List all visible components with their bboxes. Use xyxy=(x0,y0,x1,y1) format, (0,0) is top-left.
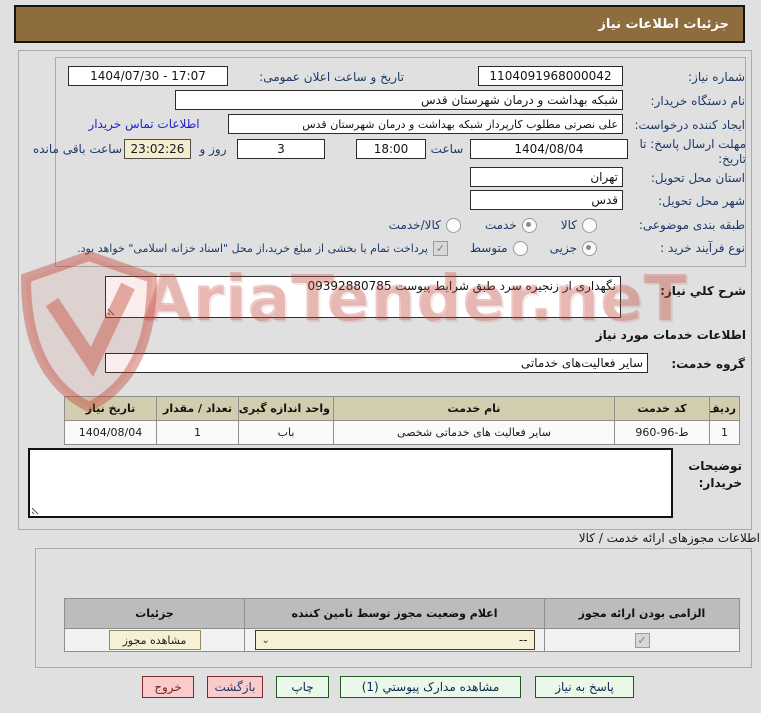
cell-service-code: ط-96-960 xyxy=(614,420,710,445)
print-button[interactable]: چاپ xyxy=(276,676,329,698)
category-label: طبقه بندی موضوعی: xyxy=(638,218,745,232)
service-group-label: گروه خدمت: xyxy=(671,357,745,371)
resize-grip-icon[interactable] xyxy=(31,504,42,515)
permits-table-header-row: الزامی بودن ارائه مجوز اعلام وضعیت مجوز … xyxy=(64,598,740,629)
category-option-service-label: خدمت xyxy=(484,218,517,232)
cell-service-name: سایر فعالیت های خدماتی شخصی xyxy=(333,420,615,445)
days-and-label: روز و xyxy=(199,142,227,156)
col-header-unit: واحد اندازه گیری xyxy=(238,396,334,421)
chevron-down-icon: ⌄ xyxy=(261,634,270,646)
title-bar: جزئیات اطلاعات نیاز xyxy=(14,5,745,43)
col-header-row-number: ردیف xyxy=(709,396,740,421)
permit-status-value: -- xyxy=(518,633,528,647)
services-table-header-row: ردیف کد خدمت نام خدمت واحد اندازه گیری ت… xyxy=(64,396,740,421)
announce-datetime-label: تاریخ و ساعت اعلان عمومی: xyxy=(259,70,404,84)
back-button[interactable]: بازگشت xyxy=(207,676,263,698)
need-description-label: شرح کلي نیاز: xyxy=(660,284,746,298)
buyer-org-field[interactable] xyxy=(175,90,623,110)
category-option-goods[interactable]: کالا xyxy=(560,217,597,233)
buyer-notes-label: توضیحات خریدار: xyxy=(688,459,742,490)
need-details-page: { "title_bar": { "title": "جزئیات اطلاعا… xyxy=(0,0,761,713)
resize-grip-icon[interactable] xyxy=(107,305,118,316)
permit-status-select[interactable]: -- ⌄ xyxy=(254,630,535,650)
col-header-details: جزئیات xyxy=(64,598,245,629)
treasury-checkbox-icon[interactable]: ✓ xyxy=(432,240,448,256)
col-header-permit-required: الزامی بودن ارائه مجوز xyxy=(544,598,740,629)
radio-medium-icon[interactable] xyxy=(512,240,528,256)
radio-goods-icon[interactable] xyxy=(582,217,597,233)
view-permit-button[interactable]: مشاهده مجوز xyxy=(108,630,201,650)
treasury-note-label: پرداخت تمام یا بخشی از مبلغ خرید،از محل … xyxy=(77,241,428,255)
exit-button[interactable]: خروج xyxy=(142,676,194,698)
need-number-field[interactable] xyxy=(478,66,623,86)
deadline-time-label: ساعت xyxy=(430,142,464,156)
cell-unit: باب xyxy=(238,420,334,445)
category-radio-group: کالا خدمت کالا/خدمت xyxy=(345,216,597,234)
process-option-minor[interactable]: جزیی xyxy=(549,240,597,256)
cell-permit-status: -- ⌄ xyxy=(244,628,545,652)
page-title: جزئیات اطلاعات نیاز xyxy=(598,16,729,32)
cell-need-date: 1404/08/04 xyxy=(64,420,157,445)
deadline-date-field[interactable] xyxy=(470,139,628,159)
permits-section-title: اطلاعات مجوزهای ارائه خدمت / کالا xyxy=(578,531,760,545)
category-option-service[interactable]: خدمت xyxy=(484,217,537,233)
province-field[interactable] xyxy=(470,167,623,187)
respond-to-need-button[interactable]: پاسخ به نیاز xyxy=(535,676,634,698)
announce-datetime-field[interactable] xyxy=(68,66,228,86)
process-option-minor-label: جزیی xyxy=(549,241,577,255)
col-header-service-code: کد خدمت xyxy=(614,396,710,421)
category-option-goods-label: کالا xyxy=(560,218,577,232)
service-group-field[interactable] xyxy=(105,353,648,373)
services-section-title: اطلاعات خدمات مورد نیاز xyxy=(595,328,746,342)
radio-goods-service-icon[interactable] xyxy=(445,217,461,233)
process-type-label: نوع فرآیند خرید : xyxy=(660,241,745,255)
process-type-radio-group: جزیی متوسط ✓ پرداخت تمام یا بخشی از مبلغ… xyxy=(30,239,597,257)
request-creator-field[interactable] xyxy=(228,114,623,134)
radio-minor-icon[interactable] xyxy=(582,240,597,256)
hours-remaining-label: ساعت باقی مانده xyxy=(32,142,122,156)
col-header-permit-status: اعلام وضعیت مجوز توسط تامین کننده xyxy=(244,598,545,629)
countdown-timer: 23:02:26 xyxy=(124,139,191,159)
need-description-textarea[interactable]: نگهداری از زنجیره سرد طبق شرایط پیوست 09… xyxy=(105,276,621,318)
cell-permit-required: ✓ xyxy=(544,628,740,652)
view-attachments-button[interactable]: مشاهده مدارک پیوستي (1) xyxy=(340,676,521,698)
process-option-medium-label: متوسط xyxy=(469,241,508,255)
city-field[interactable] xyxy=(470,190,623,210)
services-table: ردیف کد خدمت نام خدمت واحد اندازه گیری ت… xyxy=(64,396,740,445)
need-number-label: شماره نیاز: xyxy=(688,70,745,84)
buyer-contact-link[interactable]: اطلاعات تماس خریدار xyxy=(85,117,203,131)
deadline-label: مهلت ارسال پاسخ: تا تاریخ: xyxy=(639,137,746,166)
remaining-days-field[interactable] xyxy=(237,139,325,159)
category-option-goods-service-label: کالا/خدمت xyxy=(388,218,441,232)
buyer-notes-textarea[interactable] xyxy=(28,448,673,518)
permits-table: الزامی بودن ارائه مجوز اعلام وضعیت مجوز … xyxy=(64,598,740,652)
cell-quantity: 1 xyxy=(156,420,239,445)
cell-details: مشاهده مجوز xyxy=(64,628,245,652)
process-option-medium[interactable]: متوسط xyxy=(469,240,528,256)
services-table-row: 1 ط-96-960 سایر فعالیت های خدماتی شخصی ب… xyxy=(64,420,740,445)
cell-row-number: 1 xyxy=(709,420,740,445)
category-option-goods-service[interactable]: کالا/خدمت xyxy=(388,217,461,233)
deadline-time-field[interactable] xyxy=(356,139,426,159)
col-header-quantity: تعداد / مقدار xyxy=(156,396,239,421)
permit-required-checkbox-icon[interactable]: ✓ xyxy=(634,632,650,648)
radio-service-icon[interactable] xyxy=(521,217,537,233)
col-header-service-name: نام خدمت xyxy=(333,396,615,421)
col-header-need-date: تاریخ نیاز xyxy=(64,396,157,421)
permits-table-row: ✓ -- ⌄ مشاهده مجوز xyxy=(64,628,740,652)
treasury-payment-option[interactable]: ✓ پرداخت تمام یا بخشی از مبلغ خرید،از مح… xyxy=(77,240,448,256)
